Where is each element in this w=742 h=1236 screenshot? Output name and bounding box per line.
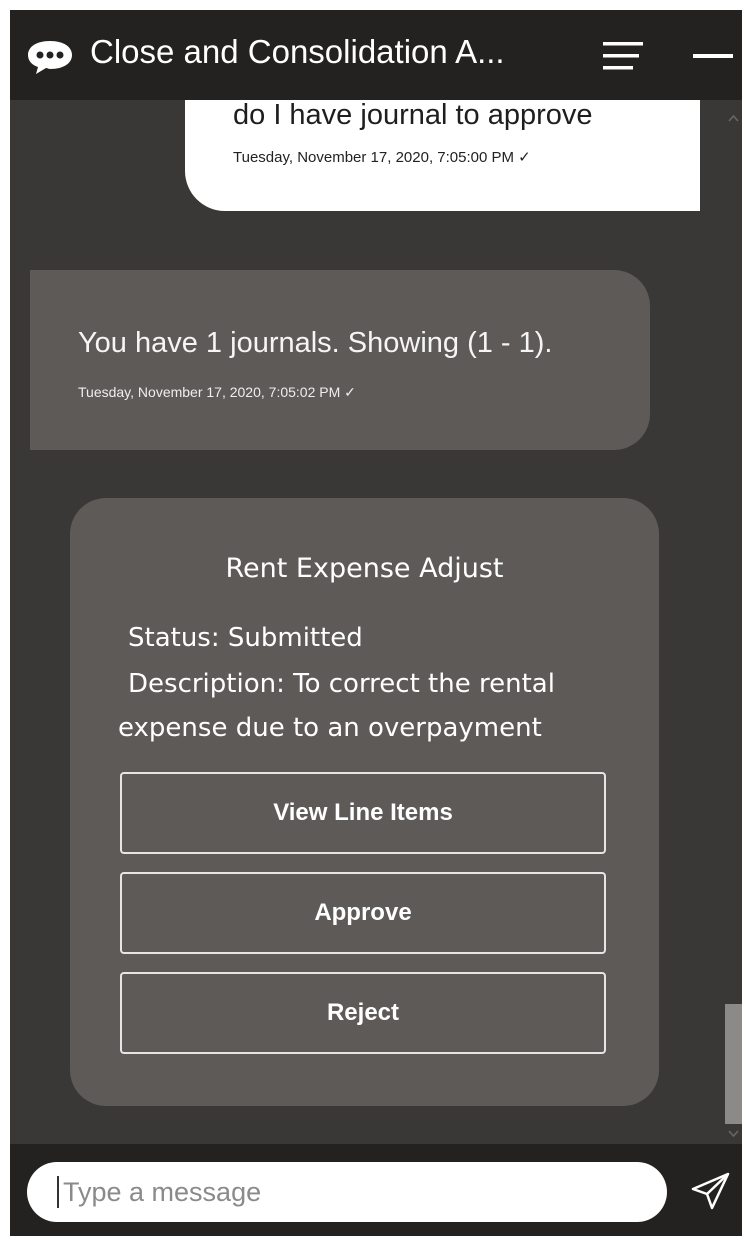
- conversation-scrollbar[interactable]: [725, 100, 742, 1144]
- menu-icon[interactable]: [603, 40, 643, 72]
- bot-message-text: You have 1 journals. Showing (1 - 1).: [78, 327, 553, 359]
- scroll-down-icon[interactable]: [728, 1130, 739, 1138]
- conversation-pane: do I have journal to approve Tuesday, No…: [10, 100, 742, 1144]
- approve-button[interactable]: Approve: [120, 872, 606, 954]
- message-input-placeholder: Type a message: [63, 1176, 262, 1207]
- user-message-text: do I have journal to approve: [233, 100, 593, 131]
- journal-description-line1: Description: To correct the rental: [128, 669, 555, 699]
- chat-title: Close and Consolidation A...: [90, 33, 505, 70]
- composer-bar: Type a message: [10, 1144, 742, 1236]
- minimize-icon[interactable]: [693, 53, 733, 59]
- journal-description-line2: expense due to an overpayment: [118, 713, 542, 743]
- view-line-items-button[interactable]: View Line Items: [120, 772, 606, 854]
- bot-message-bubble: You have 1 journals. Showing (1 - 1). Tu…: [30, 270, 650, 450]
- send-icon[interactable]: [690, 1170, 732, 1212]
- chat-header: Close and Consolidation A...: [10, 10, 742, 100]
- user-message-bubble: do I have journal to approve Tuesday, No…: [185, 100, 700, 211]
- chat-widget: Close and Consolidation A... do I have j…: [10, 10, 742, 1236]
- chat-bubble-icon: [28, 41, 72, 74]
- reject-button[interactable]: Reject: [120, 972, 606, 1054]
- user-message-timestamp: Tuesday, November 17, 2020, 7:05:00 PM ✓: [233, 149, 531, 166]
- message-input[interactable]: Type a message: [27, 1162, 667, 1222]
- journal-status: Status: Submitted: [128, 623, 363, 653]
- bot-message-timestamp: Tuesday, November 17, 2020, 7:05:02 PM ✓: [78, 384, 356, 400]
- text-caret: [57, 1176, 59, 1208]
- journal-title: Rent Expense Adjust: [225, 553, 504, 584]
- journal-description: Description: To correct the rental expen…: [118, 662, 618, 750]
- journal-card: Rent Expense Adjust Status: Submitted De…: [70, 498, 659, 1106]
- scroll-up-icon[interactable]: [728, 114, 739, 122]
- scrollbar-thumb[interactable]: [725, 1004, 742, 1124]
